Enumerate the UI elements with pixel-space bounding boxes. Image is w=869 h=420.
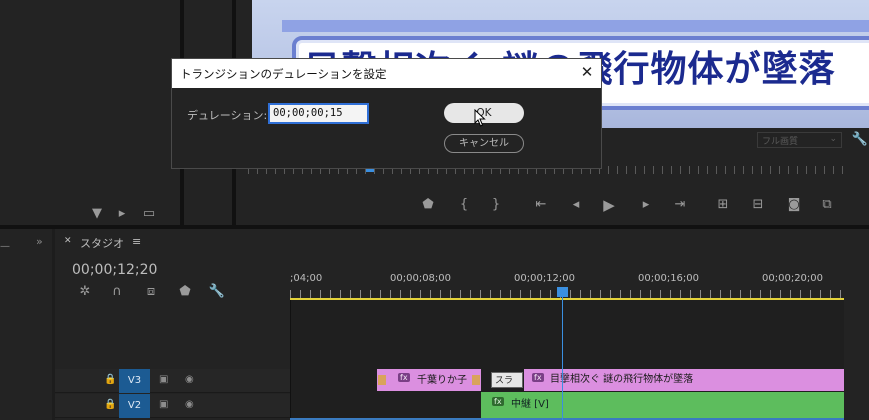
ruler-label: 00;00;16;00 [638,273,700,284]
duration-label: デュレーション: [187,109,268,122]
mark-in-icon[interactable]: { [455,197,473,212]
ruler-label: 00;00;20;00 [762,273,824,284]
chevron-down-icon: ⌄ [829,134,837,144]
ruler-label: ;04;00 [290,273,323,284]
transition-slide[interactable]: スラ [491,372,523,388]
wrench-icon[interactable]: 🔧 [851,132,869,147]
close-icon[interactable]: ✕ [64,236,72,246]
panel-menu-icon[interactable]: — [0,241,10,252]
lock-icon[interactable]: 🔒 [104,374,116,385]
compare-icon[interactable]: ⧉ [818,197,836,212]
fx-badge: fx [532,373,544,382]
clip-label: 中継 [V] [511,399,549,410]
track-header-v2 [55,394,290,418]
automate-icon[interactable]: ▸ [113,206,131,221]
sync-lock-icon[interactable]: ▣ [159,399,168,410]
timeline-playhead-line[interactable] [562,292,563,420]
tab-menu-icon[interactable]: ≡ [132,235,141,248]
clip-live-feed[interactable]: fx 中継 [V] [481,392,844,418]
magnet-icon[interactable]: ∩ [108,284,126,299]
go-to-out-icon[interactable]: ⇥ [671,197,689,212]
current-timecode[interactable]: 00;00;12;20 [72,262,157,278]
clip-label: 目撃相次ぐ 謎の飛行物体が墜落 [550,374,694,385]
eye-icon[interactable]: ◉ [185,374,194,385]
overflow-icon[interactable]: » [36,235,43,248]
quality-value: フル画質 [762,137,799,147]
track-header-v3 [55,369,290,393]
close-icon[interactable]: ✕ [578,63,596,81]
premiere-workspace: ▼ ▸ ▭ 目撃相次ぐ 謎の飛行物体が墜落 フル画質 ⌄ 🔧 ⬟ { } ⇤ ◂… [0,0,869,420]
mark-out-icon[interactable]: } [487,197,505,212]
quality-select[interactable]: フル画質 ⌄ [757,132,842,148]
fx-badge: fx [398,373,410,382]
set-transition-duration-dialog: トランジションのデュレーションを設定 ✕ デュレーション: 00;00;00;1… [171,58,602,169]
snap-icon[interactable]: ✲ [76,284,94,299]
source-panel [0,0,180,225]
clip-label: 千葉りか子 [417,375,467,386]
new-item-icon[interactable]: ▭ [140,206,158,221]
banner-stripe [282,20,869,32]
linked-selection-icon[interactable]: ⧈ [142,284,160,299]
step-back-icon[interactable]: ◂ [567,197,585,212]
clip-edge-marker [472,375,480,385]
track-target-v2[interactable]: V2 [119,394,150,418]
clip-chiba[interactable]: fx 千葉りか子 [377,369,481,391]
track-target-v3[interactable]: V3 [119,369,150,393]
timeline-tab-label[interactable]: スタジオ [80,235,124,251]
clip-headline[interactable]: fx 目撃相次ぐ 謎の飛行物体が墜落 [524,369,844,391]
camera-icon[interactable]: ◙ [785,197,803,212]
project-panel [0,229,52,420]
ruler-label: 00;00;12;00 [514,273,576,284]
lock-icon[interactable]: 🔒 [104,399,116,410]
track-area-edge [290,300,291,420]
ruler-label: 00;00;08;00 [390,273,452,284]
marker-icon[interactable]: ⬟ [419,197,437,212]
eye-icon[interactable]: ◉ [185,399,194,410]
clip-edge-marker [378,375,386,385]
cancel-button[interactable]: キャンセル [444,134,524,153]
timeline-playhead-head[interactable] [557,287,568,297]
add-marker-icon[interactable]: ⬟ [176,284,194,299]
mouse-cursor-icon [474,109,486,127]
sync-lock-icon[interactable]: ▣ [159,374,168,385]
play-icon[interactable]: ▶ [600,196,618,214]
dialog-title: トランジションのデュレーションを設定 [172,59,601,88]
step-forward-icon[interactable]: ▸ [637,197,655,212]
settings-wrench-icon[interactable]: 🔧 [208,284,226,299]
fx-badge: fx [492,397,504,406]
duration-input[interactable]: 00;00;00;15 [268,103,369,124]
go-to-in-icon[interactable]: ⇤ [532,197,550,212]
filter-icon[interactable]: ▼ [88,206,106,221]
extract-icon[interactable]: ⊟ [749,197,767,212]
lift-icon[interactable]: ⊞ [714,197,732,212]
